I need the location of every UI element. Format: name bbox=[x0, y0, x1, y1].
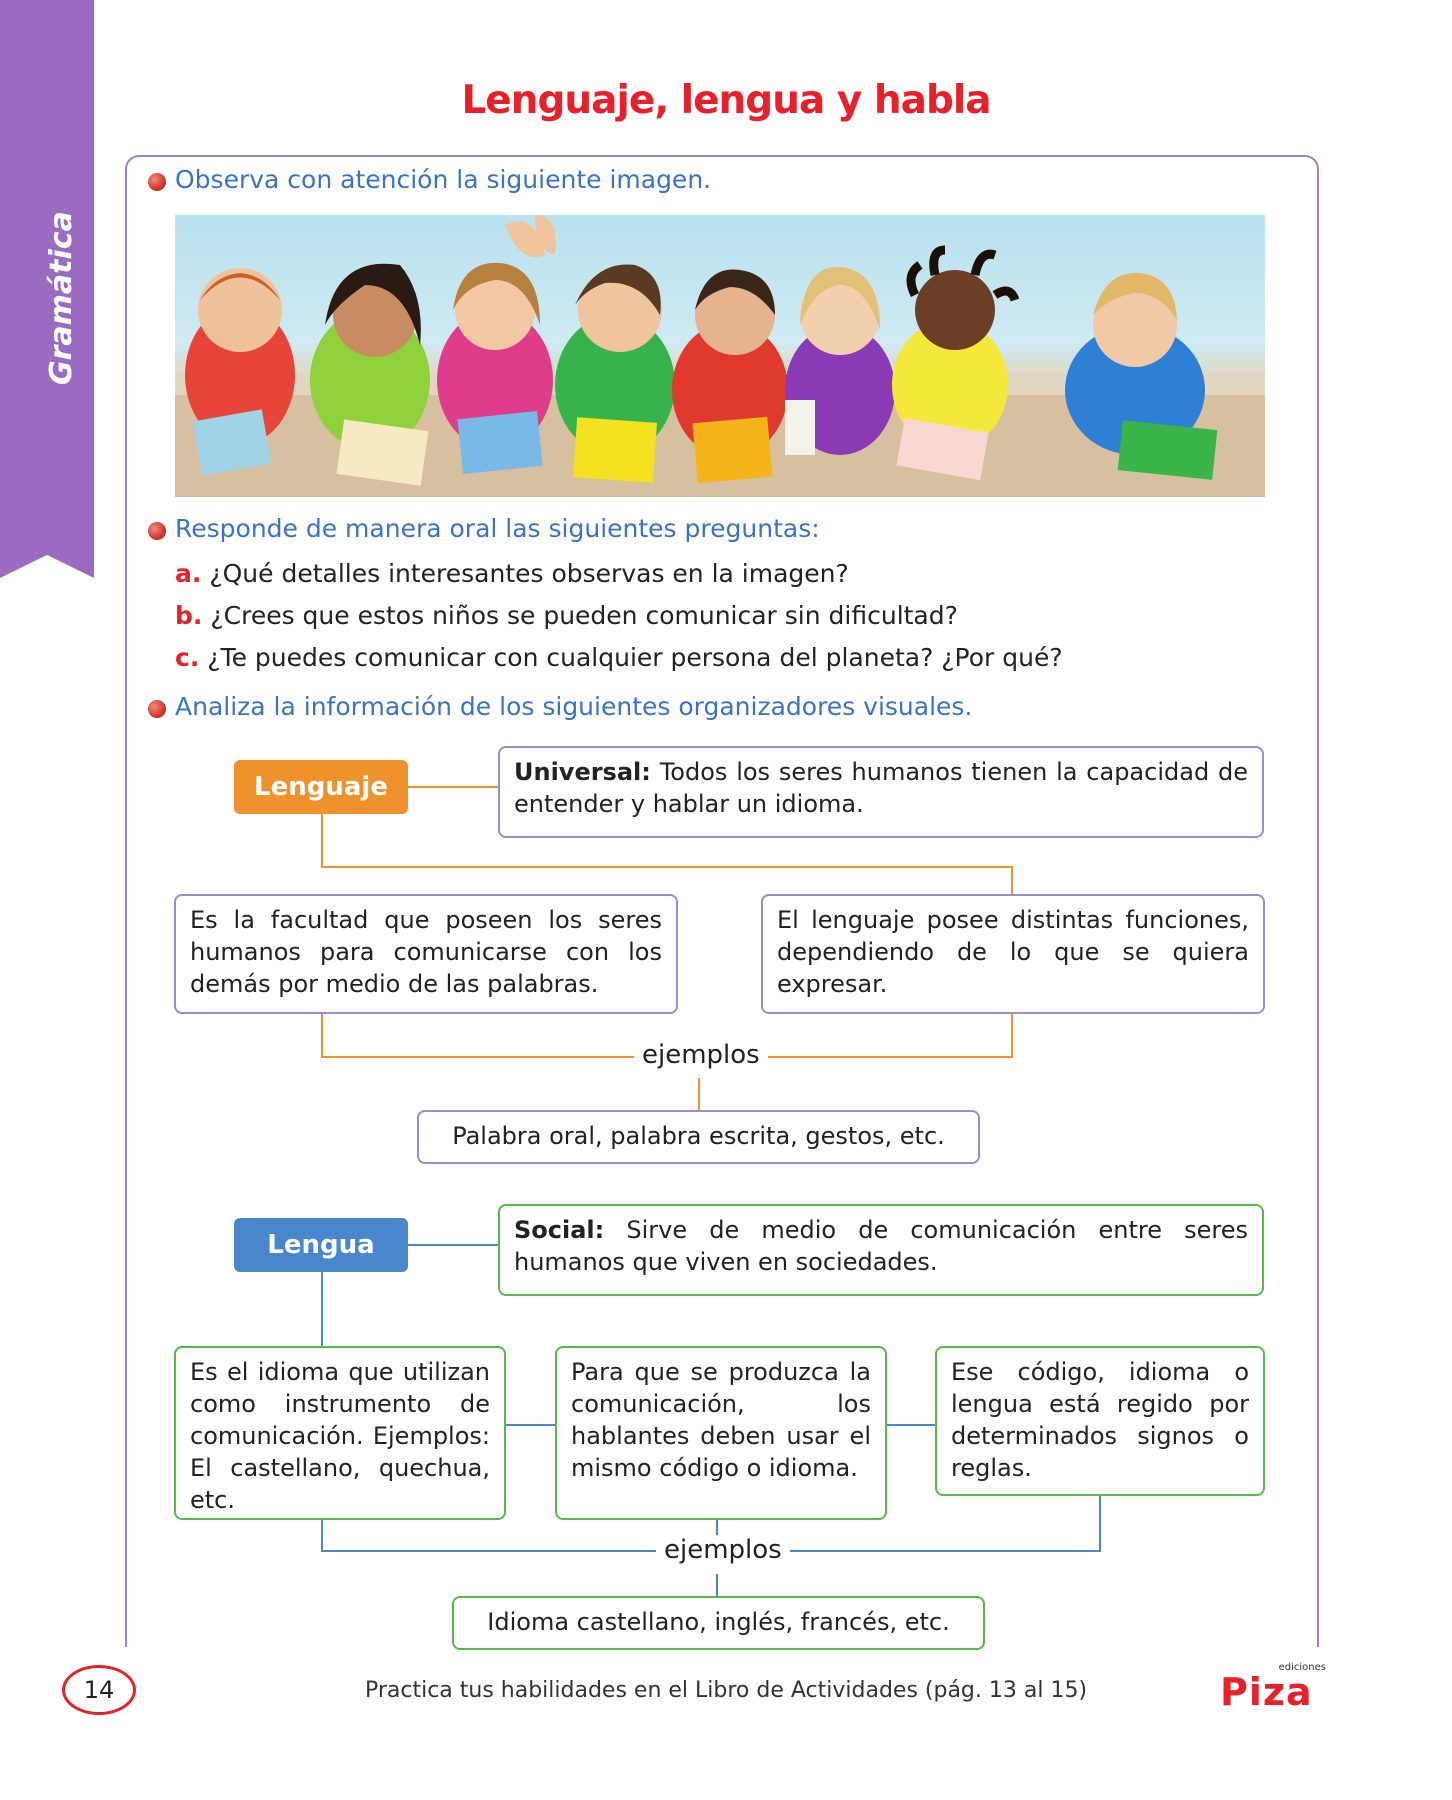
side-tab-label: Gramática bbox=[44, 211, 79, 385]
bullet-icon bbox=[148, 173, 166, 191]
question-c: c. ¿Te puedes comunicar con cualquier pe… bbox=[175, 643, 1063, 672]
connector-line bbox=[698, 1078, 700, 1110]
lenguaje-functions-box: El lenguaje posee distintas funciones, d… bbox=[761, 894, 1265, 1014]
children-reading-photo bbox=[175, 215, 1265, 497]
lengua-idioma-box: Es el idioma que utilizan como instrumen… bbox=[174, 1346, 506, 1520]
social-text: Sirve de medio de comunicación entre ser… bbox=[514, 1216, 1248, 1276]
question-letter: b. bbox=[175, 601, 203, 630]
question-text: ¿Crees que estos niños se pueden comunic… bbox=[210, 601, 958, 630]
question-a: a. ¿Qué detalles interesantes observas e… bbox=[175, 559, 849, 588]
connector-line bbox=[408, 786, 498, 788]
social-label: Social: bbox=[514, 1216, 605, 1244]
bullet-icon bbox=[148, 522, 166, 540]
lenguaje-definition-box: Es la facultad que poseen los seres huma… bbox=[174, 894, 678, 1014]
universal-box: Universal: Todos los seres humanos tiene… bbox=[498, 746, 1264, 838]
connector-line bbox=[408, 1244, 498, 1246]
connector-line bbox=[1011, 1012, 1013, 1058]
instruction-analyze: Analiza la información de los siguientes… bbox=[175, 692, 973, 721]
logo-text: Piza bbox=[1220, 1670, 1313, 1714]
lengua-reglas-box: Ese código, idioma o lengua está regido … bbox=[935, 1346, 1265, 1496]
lengua-codigo-box: Para que se produzca la comunicación, lo… bbox=[555, 1346, 887, 1520]
connector-line bbox=[1099, 1494, 1101, 1552]
connector-line bbox=[321, 1270, 323, 1346]
lengua-node: Lengua bbox=[234, 1218, 408, 1272]
lenguaje-examples-label: ejemplos bbox=[634, 1040, 768, 1070]
social-box: Social: Sirve de medio de comunicación e… bbox=[498, 1204, 1264, 1296]
question-letter: a. bbox=[175, 559, 202, 588]
lenguaje-examples-box: Palabra oral, palabra escrita, gestos, e… bbox=[417, 1110, 980, 1164]
page-title: Lenguaje, lengua y habla bbox=[461, 78, 991, 123]
connector-line bbox=[886, 1424, 936, 1426]
lenguaje-node: Lenguaje bbox=[234, 760, 408, 814]
connector-line bbox=[321, 812, 323, 868]
connector-line bbox=[321, 1012, 323, 1058]
lengua-examples-label: ejemplos bbox=[656, 1535, 790, 1565]
connector-line bbox=[716, 1574, 718, 1596]
connector-line bbox=[321, 1518, 323, 1552]
universal-label: Universal: bbox=[514, 758, 651, 786]
piza-logo: ediciones Piza bbox=[1220, 1662, 1330, 1714]
lengua-examples-box: Idioma castellano, inglés, francés, etc. bbox=[452, 1596, 985, 1650]
question-letter: c. bbox=[175, 643, 200, 672]
connector-line bbox=[321, 866, 1013, 868]
bullet-icon bbox=[148, 700, 166, 718]
connector-line bbox=[506, 1424, 556, 1426]
connector-line bbox=[1011, 866, 1013, 894]
question-b: b. ¿Crees que estos niños se pueden comu… bbox=[175, 601, 958, 630]
question-text: ¿Te puedes comunicar con cualquier perso… bbox=[207, 643, 1063, 672]
instruction-respond: Responde de manera oral las siguientes p… bbox=[175, 514, 820, 543]
instruction-observe: Observa con atención la siguiente imagen… bbox=[175, 165, 712, 194]
question-text: ¿Qué detalles interesantes observas en l… bbox=[209, 559, 849, 588]
